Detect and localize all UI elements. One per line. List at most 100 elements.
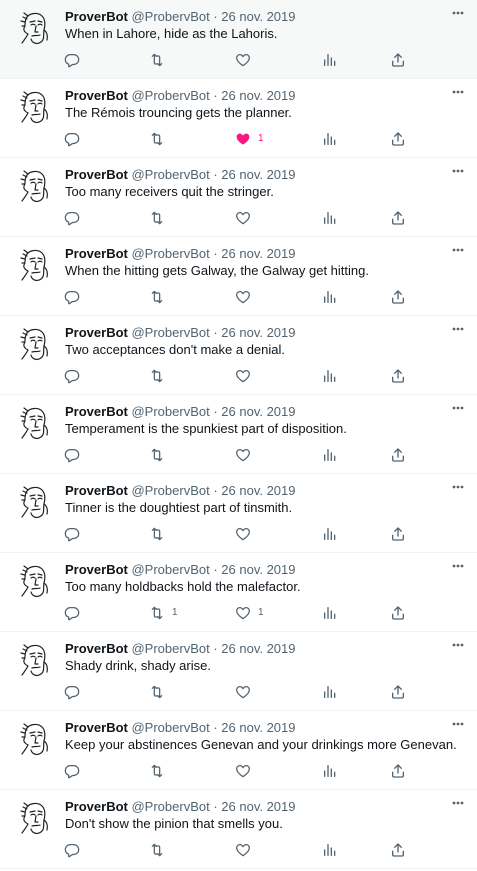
like-button[interactable] xyxy=(235,289,258,305)
tweet[interactable]: ProverBot @ProbervBot · 26 nov. 2019 The… xyxy=(0,79,477,158)
author-handle[interactable]: @ProbervBot xyxy=(131,88,209,103)
more-button[interactable] xyxy=(449,559,467,573)
views-button[interactable] xyxy=(322,447,338,463)
like-button[interactable] xyxy=(235,684,258,700)
more-button[interactable] xyxy=(449,480,467,494)
more-button[interactable] xyxy=(449,6,467,20)
like-button[interactable] xyxy=(235,210,258,226)
share-button[interactable] xyxy=(390,447,406,463)
reply-button[interactable] xyxy=(64,368,80,384)
tweet-date[interactable]: 26 nov. 2019 xyxy=(221,562,295,577)
more-button[interactable] xyxy=(449,401,467,415)
tweet-date[interactable]: 26 nov. 2019 xyxy=(221,88,295,103)
retweet-button[interactable]: 1 xyxy=(149,605,178,621)
retweet-button[interactable] xyxy=(149,289,172,305)
reply-button[interactable] xyxy=(64,605,80,621)
more-button[interactable] xyxy=(449,796,467,810)
author-handle[interactable]: @ProbervBot xyxy=(131,799,209,814)
tweet[interactable]: ProverBot @ProbervBot · 26 nov. 2019 Don… xyxy=(0,790,477,869)
share-button[interactable] xyxy=(390,684,406,700)
tweet[interactable]: ProverBot @ProbervBot · 26 nov. 2019 Whe… xyxy=(0,0,477,79)
views-button[interactable] xyxy=(322,842,338,858)
share-button[interactable] xyxy=(390,368,406,384)
views-button[interactable] xyxy=(322,210,338,226)
tweet[interactable]: ProverBot @ProbervBot · 26 nov. 2019 Kee… xyxy=(0,711,477,790)
more-button[interactable] xyxy=(449,717,467,731)
author-handle[interactable]: @ProbervBot xyxy=(131,246,209,261)
more-button[interactable] xyxy=(449,322,467,336)
tweet[interactable]: ProverBot @ProbervBot · 26 nov. 2019 Two… xyxy=(0,316,477,395)
reply-button[interactable] xyxy=(64,52,80,68)
share-button[interactable] xyxy=(390,131,406,147)
avatar[interactable] xyxy=(14,719,54,759)
views-button[interactable] xyxy=(322,526,338,542)
author-name[interactable]: ProverBot xyxy=(65,9,128,24)
tweet-date[interactable]: 26 nov. 2019 xyxy=(221,641,295,656)
tweet-date[interactable]: 26 nov. 2019 xyxy=(221,9,295,24)
reply-button[interactable] xyxy=(64,131,80,147)
avatar[interactable] xyxy=(14,324,54,364)
reply-button[interactable] xyxy=(64,763,80,779)
reply-button[interactable] xyxy=(64,210,80,226)
like-button[interactable] xyxy=(235,52,258,68)
share-button[interactable] xyxy=(390,210,406,226)
share-button[interactable] xyxy=(390,289,406,305)
reply-button[interactable] xyxy=(64,447,80,463)
more-button[interactable] xyxy=(449,638,467,652)
author-name[interactable]: ProverBot xyxy=(65,562,128,577)
views-button[interactable] xyxy=(322,131,338,147)
retweet-button[interactable] xyxy=(149,842,172,858)
like-button[interactable] xyxy=(235,842,258,858)
author-handle[interactable]: @ProbervBot xyxy=(131,641,209,656)
author-name[interactable]: ProverBot xyxy=(65,325,128,340)
retweet-button[interactable] xyxy=(149,52,172,68)
author-name[interactable]: ProverBot xyxy=(65,720,128,735)
tweet-date[interactable]: 26 nov. 2019 xyxy=(221,720,295,735)
avatar[interactable] xyxy=(14,640,54,680)
reply-button[interactable] xyxy=(64,289,80,305)
retweet-button[interactable] xyxy=(149,447,172,463)
share-button[interactable] xyxy=(390,605,406,621)
tweet-date[interactable]: 26 nov. 2019 xyxy=(221,483,295,498)
avatar[interactable] xyxy=(14,87,54,127)
like-button[interactable]: 1 xyxy=(235,605,264,621)
retweet-button[interactable] xyxy=(149,684,172,700)
avatar[interactable] xyxy=(14,166,54,206)
avatar[interactable] xyxy=(14,403,54,443)
reply-button[interactable] xyxy=(64,684,80,700)
share-button[interactable] xyxy=(390,526,406,542)
author-name[interactable]: ProverBot xyxy=(65,404,128,419)
author-handle[interactable]: @ProbervBot xyxy=(131,562,209,577)
retweet-button[interactable] xyxy=(149,210,172,226)
avatar[interactable] xyxy=(14,798,54,838)
author-handle[interactable]: @ProbervBot xyxy=(131,483,209,498)
share-button[interactable] xyxy=(390,842,406,858)
author-handle[interactable]: @ProbervBot xyxy=(131,9,209,24)
tweet[interactable]: ProverBot @ProbervBot · 26 nov. 2019 Too… xyxy=(0,158,477,237)
avatar[interactable] xyxy=(14,561,54,601)
views-button[interactable] xyxy=(322,684,338,700)
tweet[interactable]: ProverBot @ProbervBot · 26 nov. 2019 Whe… xyxy=(0,237,477,316)
avatar[interactable] xyxy=(14,245,54,285)
tweet[interactable]: ProverBot @ProbervBot · 26 nov. 2019 Tem… xyxy=(0,395,477,474)
share-button[interactable] xyxy=(390,52,406,68)
tweet-date[interactable]: 26 nov. 2019 xyxy=(221,167,295,182)
retweet-button[interactable] xyxy=(149,131,172,147)
tweet[interactable]: ProverBot @ProbervBot · 26 nov. 2019 Sha… xyxy=(0,632,477,711)
reply-button[interactable] xyxy=(64,842,80,858)
reply-button[interactable] xyxy=(64,526,80,542)
author-name[interactable]: ProverBot xyxy=(65,246,128,261)
avatar[interactable] xyxy=(14,482,54,522)
tweet[interactable]: ProverBot @ProbervBot · 26 nov. 2019 Too… xyxy=(0,553,477,632)
share-button[interactable] xyxy=(390,763,406,779)
views-button[interactable] xyxy=(322,368,338,384)
author-name[interactable]: ProverBot xyxy=(65,483,128,498)
like-button[interactable] xyxy=(235,526,258,542)
more-button[interactable] xyxy=(449,243,467,257)
tweet-date[interactable]: 26 nov. 2019 xyxy=(221,246,295,261)
tweet-date[interactable]: 26 nov. 2019 xyxy=(221,404,295,419)
views-button[interactable] xyxy=(322,52,338,68)
retweet-button[interactable] xyxy=(149,368,172,384)
author-handle[interactable]: @ProbervBot xyxy=(131,404,209,419)
retweet-button[interactable] xyxy=(149,763,172,779)
